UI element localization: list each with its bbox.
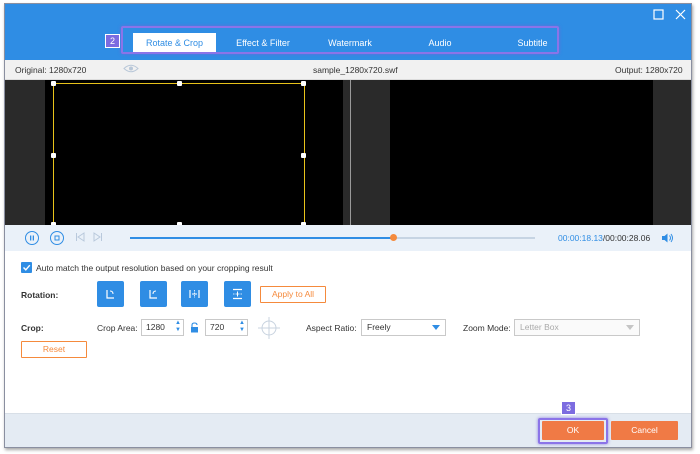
flip-vertical-button[interactable] [224, 281, 251, 307]
crop-handle-tl[interactable] [51, 81, 56, 86]
previous-frame-icon[interactable] [75, 232, 85, 244]
output-preview [390, 80, 653, 225]
title-bar: Rotate & Crop Effect & Filter Watermark … [5, 4, 691, 60]
crop-width-value: 1280 [146, 322, 165, 332]
rotate-left-icon [106, 290, 114, 299]
aspect-ratio-label: Aspect Ratio: [306, 323, 357, 333]
chevron-down-icon [432, 325, 440, 330]
progress-fill [130, 237, 394, 239]
time-display: 00:00:18.13/00:00:28.06 [558, 233, 650, 243]
zoom-mode-value: Letter Box [520, 322, 559, 332]
maximize-icon[interactable] [651, 9, 665, 23]
stop-icon[interactable] [50, 231, 64, 245]
total-time: /00:00:28.06 [602, 233, 651, 243]
aspect-ratio-select[interactable]: Freely [361, 319, 446, 336]
rotate-right-icon [149, 290, 157, 299]
progress-knob[interactable] [390, 234, 398, 241]
crop-handle-left[interactable] [51, 153, 56, 158]
zoom-mode-label: Zoom Mode: [463, 323, 511, 333]
crop-area-label: Crop Area: [97, 323, 138, 333]
auto-match-label: Auto match the output resolution based o… [36, 263, 273, 273]
chevron-down-icon [626, 325, 634, 330]
crop-height-value: 720 [210, 322, 225, 332]
step-badge-3: 3 [561, 401, 576, 415]
reset-button[interactable]: Reset [21, 341, 87, 358]
crop-frame[interactable] [51, 81, 306, 227]
center-crosshair-icon[interactable] [257, 317, 281, 341]
next-frame-icon[interactable] [93, 232, 103, 244]
rotate-left-button[interactable] [97, 281, 124, 307]
file-name: sample_1280x720.swf [313, 65, 398, 75]
playback-bar: 00:00:18.13/00:00:28.06 [5, 225, 691, 251]
original-resolution: Original: 1280x720 [15, 65, 87, 75]
tabs-highlight [121, 26, 559, 54]
crop-handle-right[interactable] [301, 153, 306, 158]
step-badge-2: 2 [105, 34, 120, 48]
crop-width-field[interactable]: 1280 ▲ ▼ [141, 319, 184, 336]
rotation-label: Rotation: [21, 290, 59, 300]
crop-label: Crop: [21, 323, 44, 333]
preview-divider [350, 80, 351, 225]
crop-height-stepper[interactable]: ▲ ▼ [239, 320, 245, 334]
output-resolution: Output: 1280x720 [615, 65, 683, 75]
aspect-ratio-value: Freely [367, 322, 391, 332]
progress-track[interactable] [130, 234, 535, 241]
flip-horizontal-button[interactable] [181, 281, 208, 307]
video-preview [5, 80, 691, 227]
current-time: 00:00:18.13 [558, 233, 603, 243]
cancel-button[interactable]: Cancel [611, 421, 678, 440]
close-icon[interactable] [673, 9, 687, 23]
crop-handle-top[interactable] [177, 81, 182, 86]
ok-highlight [538, 418, 608, 444]
volume-icon[interactable] [661, 232, 674, 246]
crop-handle-tr[interactable] [301, 81, 306, 86]
pause-icon[interactable] [25, 231, 39, 245]
rotate-right-button[interactable] [140, 281, 167, 307]
apply-to-all-button[interactable]: Apply to All [260, 286, 326, 303]
crop-width-stepper[interactable]: ▲ ▼ [175, 320, 181, 334]
zoom-mode-select: Letter Box [514, 319, 640, 336]
flip-vertical-icon [233, 288, 242, 300]
crop-height-field[interactable]: 720 ▲ ▼ [205, 319, 248, 336]
lock-icon[interactable] [190, 322, 199, 335]
edit-dialog: Rotate & Crop Effect & Filter Watermark … [4, 3, 692, 448]
info-bar: Original: 1280x720 sample_1280x720.swf O… [5, 60, 691, 80]
auto-match-checkbox[interactable] [21, 262, 32, 273]
flip-horizontal-icon [189, 290, 200, 298]
eye-icon[interactable] [123, 63, 139, 76]
